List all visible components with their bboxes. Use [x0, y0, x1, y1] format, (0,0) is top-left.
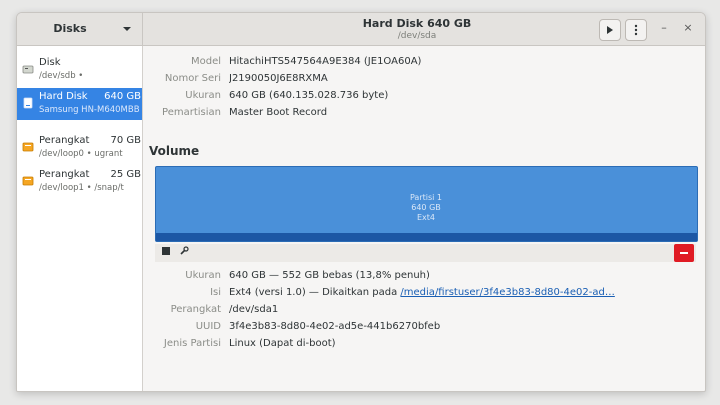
disk-details-panel: Model HitachiHTS547564A9E384 (JE1OA60A) …	[143, 46, 705, 391]
device-item-hard-disk[interactable]: Hard Disk 640 GB Samsung HN-M640MBB	[17, 88, 142, 120]
volume-toolbar	[155, 244, 696, 262]
partition-type-value: Linux (Dapat di-boot)	[229, 338, 336, 349]
minus-icon	[680, 252, 688, 254]
partition-fs: Ext4	[416, 213, 435, 222]
size-row: Ukuran 640 GB (640.135.028.736 byte)	[143, 90, 703, 106]
play-icon	[607, 26, 613, 34]
contents-text: Ext4 (versi 1.0) — Dikaitkan pada	[229, 287, 401, 298]
uuid-row: UUID 3f4e3b83-8d80-4e02-ad5e-441b6270bfe…	[143, 321, 703, 337]
serial-value: J2190050J6E8RXMA	[229, 73, 328, 84]
size-label: Ukuran	[185, 90, 221, 101]
volume-size-label: Ukuran	[185, 270, 221, 281]
partition-name: Partisi 1	[409, 193, 443, 202]
unmount-button[interactable]	[159, 246, 173, 260]
contents-value: Ext4 (versi 1.0) — Dikaitkan pada /media…	[229, 287, 699, 298]
size-value: 640 GB (640.135.028.736 byte)	[229, 90, 389, 101]
volume-partition-map[interactable]: Partisi 1 640 GB Ext4	[155, 166, 698, 242]
device-size: 640 GB	[104, 91, 141, 102]
delete-partition-button[interactable]	[674, 244, 694, 262]
partition-type-label: Jenis Partisi	[163, 338, 221, 349]
device-label: Perangkat	[170, 304, 221, 315]
vertical-dots-icon	[634, 24, 638, 36]
header-bar: Disks Hard Disk 640 GB /dev/sda – ×	[17, 13, 705, 46]
device-item-loop0[interactable]: Perangkat 70 GB /dev/loop0 • ugrant	[17, 132, 142, 164]
power-off-button[interactable]	[599, 19, 621, 41]
uuid-label: UUID	[195, 321, 221, 332]
wrench-icon	[180, 246, 189, 255]
device-sidebar: Disk /dev/sdb • Hard Disk 640 GB Samsung…	[17, 46, 143, 391]
device-value: /dev/sda1	[229, 304, 279, 315]
partitioning-value: Master Boot Record	[229, 107, 328, 118]
disks-window: Disks Hard Disk 640 GB /dev/sda – × Disk…	[16, 12, 706, 392]
volume-size-row: Ukuran 640 GB — 552 GB bebas (13,8% penu…	[143, 270, 703, 286]
hard-disk-icon	[23, 97, 33, 109]
device-name: Disk	[39, 57, 61, 68]
loop-device-icon	[22, 142, 34, 152]
device-subtitle: Samsung HN-M640MBB	[39, 105, 139, 115]
contents-label: Isi	[210, 287, 221, 298]
partition-block-label: Partisi 1 640 GB Ext4	[376, 193, 476, 223]
serial-row: Nomor Seri J2190050J6E8RXMA	[143, 73, 703, 89]
minimize-button[interactable]: –	[657, 21, 671, 35]
app-menu-button[interactable]	[117, 19, 137, 39]
device-name: Hard Disk	[39, 91, 88, 102]
model-row: Model HitachiHTS547564A9E384 (JE1OA60A)	[143, 56, 703, 72]
disk-device-path: /dev/sda	[397, 31, 437, 41]
disk-menu-button[interactable]	[625, 19, 647, 41]
caret-down-icon	[123, 27, 131, 31]
drive-icon	[22, 65, 34, 74]
partition-settings-button[interactable]	[177, 246, 191, 260]
contents-row: Isi Ext4 (versi 1.0) — Dikaitkan pada /m…	[143, 287, 703, 303]
device-subtitle: /dev/loop0 • ugrant	[39, 149, 123, 159]
serial-label: Nomor Seri	[164, 73, 221, 84]
mount-point-link[interactable]: /media/firstuser/3f4e3b83-8d80-4e02-ad…	[400, 287, 614, 298]
device-subtitle: /dev/sdb •	[39, 71, 84, 81]
device-name: Perangkat	[39, 135, 90, 146]
device-size: 25 GB	[110, 169, 141, 180]
sidebar-header: Disks	[17, 13, 143, 45]
volume-size-value: 640 GB — 552 GB bebas (13,8% penuh)	[229, 270, 430, 281]
partitioning-row: Pemartisian Master Boot Record	[143, 107, 703, 123]
partition-size: 640 GB	[411, 203, 441, 212]
device-name: Perangkat	[39, 169, 90, 180]
device-item-loop1[interactable]: Perangkat 25 GB /dev/loop1 • /snap/t	[17, 166, 142, 198]
app-title: Disks	[53, 22, 87, 35]
device-item-disk[interactable]: Disk /dev/sdb •	[17, 54, 142, 86]
close-button[interactable]: ×	[681, 21, 695, 35]
device-row: Perangkat /dev/sda1	[143, 304, 703, 320]
partition-usage-bar	[156, 233, 697, 241]
loop-device-icon	[22, 176, 34, 186]
device-subtitle: /dev/loop1 • /snap/t	[39, 183, 124, 193]
device-size: 70 GB	[110, 135, 141, 146]
model-label: Model	[190, 56, 221, 67]
uuid-value: 3f4e3b83-8d80-4e02-ad5e-441b6270bfeb	[229, 321, 441, 332]
disk-title: Hard Disk 640 GB	[362, 17, 472, 30]
partition-type-row: Jenis Partisi Linux (Dapat di-boot)	[143, 338, 703, 354]
partitioning-label: Pemartisian	[162, 107, 221, 118]
volumes-heading: Volume	[149, 144, 200, 158]
model-value: HitachiHTS547564A9E384 (JE1OA60A)	[229, 56, 422, 67]
stop-icon	[162, 247, 170, 255]
